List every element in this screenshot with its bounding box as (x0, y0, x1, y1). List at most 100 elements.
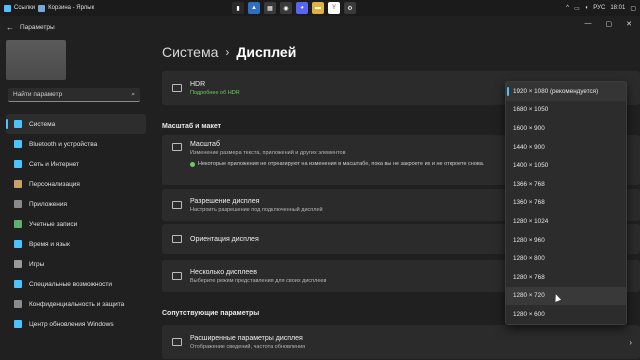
hdr-link[interactable]: Подробнее об HDR (190, 90, 240, 96)
multiple-displays-description: Выберите режим представления для своих д… (190, 277, 327, 284)
resolution-option[interactable]: 1360 × 768 (506, 194, 626, 213)
info-icon (190, 161, 195, 167)
bluetooth-icon (14, 140, 22, 148)
resolution-option[interactable]: 1680 × 1050 (506, 101, 626, 120)
resolution-option[interactable]: 1400 × 1050 (506, 156, 626, 175)
photos-app-icon: ▲ (251, 5, 257, 11)
accessibility-icon (14, 280, 22, 288)
link-icon (4, 4, 11, 12)
account-icon (14, 220, 22, 228)
section-related: Сопутствующие параметры (162, 310, 260, 317)
breadcrumb: Система › Дисплей (162, 44, 296, 60)
hdr-title: HDR (190, 80, 206, 88)
shield-icon (14, 300, 22, 308)
resolution-option[interactable]: 1280 × 1024 (506, 212, 626, 231)
settings-app-icon: ⚙ (347, 5, 353, 12)
sidebar-item-label: Учетные записи (29, 220, 78, 228)
taskbar-apps: ▮ ▲ ▦ ◉ ◕ ▬ Y ⚙ (232, 2, 356, 14)
discord-app-icon: ◕ (300, 5, 304, 11)
breadcrumb-parent[interactable]: Система (162, 44, 218, 60)
system-icon (14, 120, 22, 128)
advanced-display-description: Отображение сведений, частота обновления (190, 343, 306, 350)
orientation-icon (172, 235, 182, 243)
sidebar-item-brush[interactable]: Персонализация (6, 174, 146, 194)
resolution-dropdown[interactable]: 1920 × 1080 (рекомендуется) 1680 × 1050 16… (505, 81, 627, 325)
multiple-displays-icon (172, 272, 182, 280)
advanced-display-card[interactable]: Расширенные параметры дисплея Отображени… (162, 325, 640, 359)
browser-app[interactable]: ◉ (280, 2, 292, 14)
yandex-app[interactable]: Y (328, 2, 340, 14)
close-button[interactable]: ✕ (626, 20, 632, 28)
resolution-option[interactable]: 1600 × 900 (506, 119, 626, 138)
shortcut-links[interactable]: Ссылки (14, 5, 35, 11)
sidebar-item-gamepad[interactable]: Игры (6, 254, 146, 274)
sidebar-item-label: Время и язык (29, 240, 70, 248)
terminal-app[interactable]: ▮ (232, 2, 244, 14)
update-icon (14, 320, 22, 328)
photos-app[interactable]: ▲ (248, 2, 260, 14)
terminal-app-icon: ▮ (236, 5, 240, 12)
maximize-button[interactable]: ▢ (606, 20, 613, 28)
settings-app[interactable]: ⚙ (344, 2, 356, 14)
sidebar-item-label: Специальные возможности (29, 280, 112, 288)
scale-warning: Некоторые приложения не отреагируют на и… (198, 161, 485, 167)
scale-icon (172, 143, 182, 151)
sidebar-item-accessibility[interactable]: Специальные возможности (6, 274, 146, 294)
taskbar: Ссылки Корзина - Ярлык ▮ ▲ ▦ ◉ ◕ ▬ Y ⚙ ^ ▭ ◖ РУ… (0, 0, 640, 16)
brush-icon (14, 180, 22, 188)
sidebar-item-globe[interactable]: Время и язык (6, 234, 146, 254)
sidebar-item-apps[interactable]: Приложения (6, 194, 146, 214)
resolution-option[interactable]: 1280 × 800 (506, 249, 626, 268)
resolution-option[interactable]: 1280 × 600 (506, 305, 626, 324)
clock[interactable]: 18:01 (610, 5, 625, 11)
resolution-option[interactable]: 1366 × 768 (506, 175, 626, 194)
window-title: Параметры (20, 23, 55, 31)
calculator-app[interactable]: ▦ (264, 2, 276, 14)
sidebar-item-label: Игры (29, 260, 45, 268)
scale-description: Изменение размера текста, приложений и д… (190, 150, 346, 156)
monitor-icon[interactable]: ▭ (574, 5, 580, 12)
resolution-title: Разрешение дисплея (190, 197, 260, 205)
system-tray: ^ ▭ ◖ РУС 18:01 ▢ (566, 0, 636, 16)
resolution-option[interactable]: 1920 × 1080 (рекомендуется) (506, 82, 626, 101)
sidebar-item-network[interactable]: Сеть и Интернет (6, 154, 146, 174)
discord-app[interactable]: ◕ (296, 2, 308, 14)
explorer-app[interactable]: ▬ (312, 2, 324, 14)
minimize-button[interactable]: — (585, 20, 592, 28)
sidebar: Найти параметр ⌕ Система Bluetooth и устр… (0, 38, 150, 360)
resolution-icon (172, 201, 182, 209)
globe-icon (14, 240, 22, 248)
resolution-option[interactable]: 1440 × 900 (506, 138, 626, 157)
chevron-up-icon[interactable]: ^ (566, 5, 569, 11)
resolution-option[interactable]: 1280 × 720 (506, 286, 626, 306)
language-indicator[interactable]: РУС (593, 5, 605, 11)
shortcut-recycle-bin[interactable]: Корзина - Ярлык (48, 5, 94, 11)
calculator-app-icon: ▦ (267, 5, 273, 12)
sidebar-item-shield[interactable]: Конфиденциальность и защита (6, 294, 146, 314)
search-icon[interactable]: ⌕ (131, 91, 135, 99)
back-arrow-icon[interactable]: ← (0, 23, 20, 32)
advanced-display-title: Расширенные параметры дисплея (190, 334, 303, 342)
sidebar-item-system[interactable]: Система (6, 114, 146, 134)
resolution-description: Настроить разрешение под подключенный ди… (190, 206, 323, 213)
user-avatar[interactable] (6, 40, 66, 80)
sidebar-item-label: Bluetooth и устройства (29, 140, 98, 148)
volume-icon[interactable]: ◖ (585, 5, 589, 11)
sidebar-item-label: Приложения (29, 200, 68, 208)
browser-app-icon: ◉ (283, 5, 289, 12)
resolution-option[interactable]: 1280 × 768 (506, 268, 626, 287)
scale-title: Масштаб (190, 141, 220, 148)
orientation-title: Ориентация дисплея (190, 235, 259, 243)
yandex-app-icon: Y (331, 5, 336, 11)
notification-icon[interactable]: ▢ (630, 5, 636, 12)
resolution-option[interactable]: 1280 × 960 (506, 231, 626, 250)
multiple-displays-title: Несколько дисплеев (190, 268, 257, 276)
sidebar-item-account[interactable]: Учетные записи (6, 214, 146, 234)
breadcrumb-separator: › (225, 45, 230, 59)
recycle-bin-icon (38, 4, 46, 12)
sidebar-item-label: Центр обновления Windows (29, 320, 114, 328)
hdr-icon (172, 84, 182, 92)
search-input[interactable]: Найти параметр ⌕ (8, 88, 140, 102)
sidebar-item-bluetooth[interactable]: Bluetooth и устройства (6, 134, 146, 154)
sidebar-item-update[interactable]: Центр обновления Windows (6, 314, 146, 334)
